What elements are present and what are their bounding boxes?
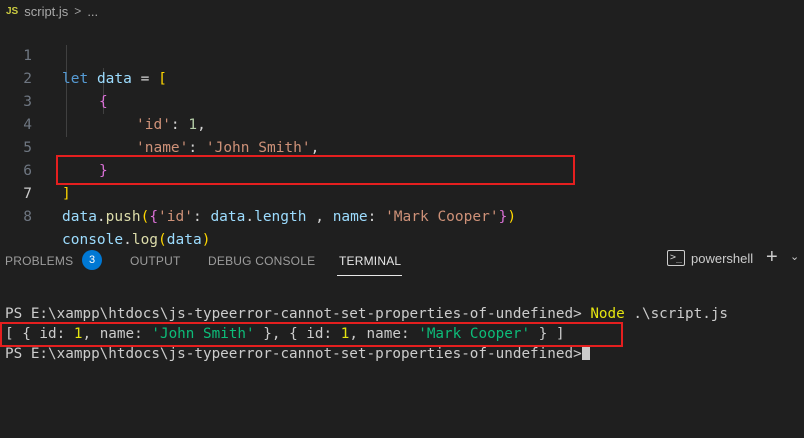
code-editor[interactable]: 1 let data = [ 2 { 3 'id': 1, 4 'name': …: [0, 22, 804, 248]
javascript-file-icon: JS: [6, 5, 19, 17]
code-token: ,: [306, 209, 333, 225]
plus-icon[interactable]: +: [766, 246, 778, 269]
tab-output[interactable]: OUTPUT: [130, 254, 181, 268]
terminal-line: PS E:\xampp\htdocs\js-typeerror-cannot-s…: [5, 304, 728, 324]
code-token: (: [140, 209, 150, 225]
code-line[interactable]: 4 'name': 'John Smith',: [0, 91, 804, 156]
code-token: push: [105, 209, 141, 225]
code-token: {: [149, 209, 159, 225]
terminal-cursor: [581, 345, 590, 360]
tab-debug-console[interactable]: DEBUG CONSOLE: [208, 254, 315, 268]
terminal-shell-label: powershell: [691, 250, 754, 266]
code-token: .: [245, 209, 255, 225]
chevron-down-icon[interactable]: ⌄: [790, 250, 799, 263]
breadcrumb-file-name[interactable]: script.js: [24, 4, 68, 19]
code-token: length: [254, 209, 307, 225]
active-tab-indicator: [337, 275, 402, 276]
terminal-prompt: PS E:\xampp\htdocs\js-typeerror-cannot-s…: [5, 346, 582, 362]
tab-problems[interactable]: PROBLEMS: [5, 254, 73, 268]
terminal-line: PS E:\xampp\htdocs\js-typeerror-cannot-s…: [5, 344, 590, 364]
code-token: ): [507, 209, 517, 225]
terminal-command-args: .\script.js: [624, 306, 729, 322]
line-number: 8: [23, 209, 32, 225]
code-token: .: [96, 209, 106, 225]
output-highlight-box: [0, 322, 623, 347]
panel-tab-bar: PROBLEMS 3 OUTPUT DEBUG CONSOLE TERMINAL…: [0, 240, 804, 282]
code-line[interactable]: 8 console.log(data): [0, 183, 804, 248]
code-line[interactable]: 1 let data = [: [0, 22, 804, 87]
code-token: name: [332, 209, 368, 225]
breadcrumb-more[interactable]: ...: [87, 4, 98, 19]
code-line[interactable]: 3 'id': 1,: [0, 68, 804, 133]
code-token: 'id': [158, 209, 193, 225]
code-token: 'Mark Cooper': [385, 209, 499, 225]
terminal-prompt: PS E:\xampp\htdocs\js-typeerror-cannot-s…: [5, 306, 591, 322]
breadcrumb: JS script.js > ...: [0, 0, 804, 22]
code-line[interactable]: 2 {: [0, 45, 804, 110]
code-token: data: [62, 209, 97, 225]
problems-count-badge: 3: [82, 250, 102, 270]
terminal-icon: >_: [667, 250, 685, 266]
code-token: :: [367, 209, 386, 225]
terminal-selector[interactable]: >_ powershell: [667, 250, 753, 266]
tab-terminal[interactable]: TERMINAL: [339, 254, 401, 268]
chevron-right-icon: >: [74, 4, 82, 18]
terminal-command-name: Node: [590, 306, 625, 322]
code-token: data: [210, 209, 246, 225]
code-highlight-box: [56, 155, 575, 185]
code-token: :: [192, 209, 211, 225]
code-line[interactable]: 5 }: [0, 114, 804, 179]
code-token: }: [498, 209, 508, 225]
